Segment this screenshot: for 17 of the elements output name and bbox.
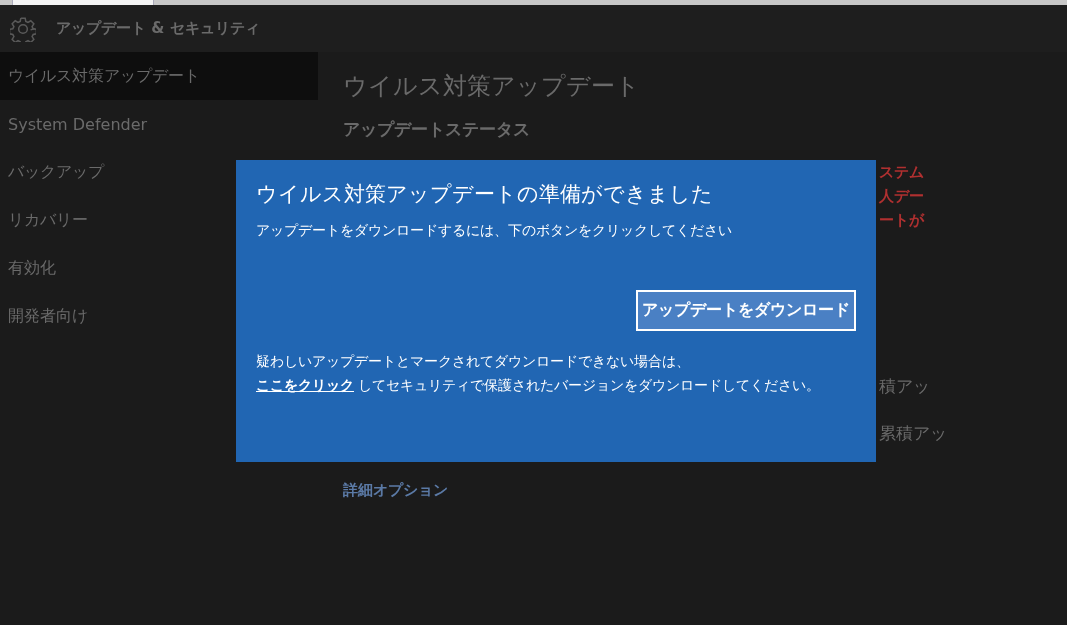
sidebar-item[interactable]: ウイルス対策アップデート (0, 52, 318, 100)
update-text: 積アッ (879, 375, 931, 398)
page-title: アップデート & セキュリティ (56, 19, 260, 38)
download-button[interactable]: アップデートをダウンロード (636, 290, 856, 331)
dialog-title: ウイルス対策アップデートの準備ができました (256, 181, 714, 208)
section-title: ウイルス対策アップデート (343, 71, 640, 102)
advanced-options-link[interactable]: 詳細オプション (343, 481, 640, 500)
dialog-message: アップデートをダウンロードするには、下のボタンをクリックしてください (256, 222, 733, 240)
section-heading: アップデートステータス (343, 118, 531, 141)
warning-text: 人デー (879, 186, 925, 207)
sidebar-item[interactable]: System Defender (0, 100, 318, 148)
click-here-link[interactable]: ここをクリック (256, 377, 354, 393)
dialog-note: 疑わしいアップデートとマークされてダウンロードできない場合は、 ここをクリック してセキュリティで保護されたバージョンをダウンロードしてください。 (256, 352, 822, 395)
warning-text: ステム (879, 162, 925, 183)
settings-icon (10, 15, 36, 42)
update-text: 累積アッ (879, 422, 947, 445)
warning-text: ートが (879, 210, 926, 231)
